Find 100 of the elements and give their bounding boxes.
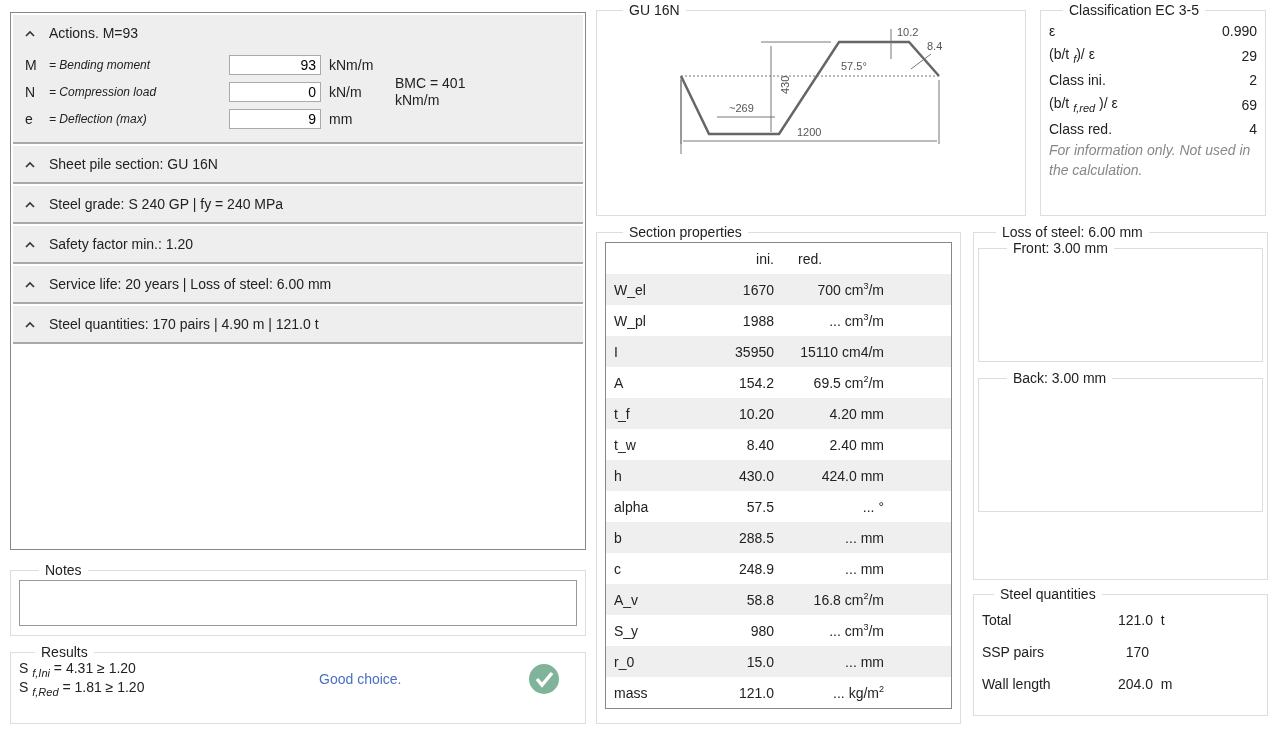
panel-title: GU 16N: [628, 2, 681, 18]
table-cell-text: t_f: [614, 405, 631, 422]
table-cell-text: 10.20: [737, 405, 774, 422]
input-field[interactable]: 0: [229, 81, 321, 102]
unit-label: kNm/m: [329, 56, 375, 73]
table-cell-text: ... kg/m$^{2}$: [832, 684, 884, 701]
section-title: Steel grade: S 240 GP | fy = 240 MPa: [49, 196, 284, 212]
dimension-label: ~269: [729, 102, 754, 114]
result-line: S $_{f,Ini}$ = 4.31 ≥ 1.20: [19, 660, 137, 679]
section-title[interactable]: Actions. M=93: [49, 25, 139, 41]
panel-title: Back: 3.00 mm: [1011, 370, 1108, 386]
quantity-label: Total: [981, 612, 1013, 628]
section-title: Sheet pile section: GU 16N: [49, 156, 218, 172]
input-label: = Bending moment: [49, 57, 152, 72]
dimension-label: 10.2: [897, 26, 919, 38]
panel-title: Front: 3.00 mm: [1011, 240, 1109, 256]
section-header[interactable]: Steel quantities: 170 pairs | 4.90 m | 121.0 t: [13, 306, 583, 344]
class-label: (b/t $_{f}$)/ ε: [1049, 46, 1095, 65]
table-cell-text: b: [614, 529, 623, 546]
table-cell-text: r_0: [614, 653, 636, 670]
notes-field[interactable]: [19, 580, 577, 626]
table-cell-text: 248.9: [737, 560, 774, 577]
info-note: For information only. Not used in the calculation.: [1049, 142, 1251, 179]
table-cell-text: 8.40: [745, 436, 774, 453]
table-cell-text: 1988: [741, 312, 774, 329]
input-field[interactable]: 9: [229, 108, 321, 129]
table-cell-text: 288.5: [737, 529, 774, 546]
bmc-value: BMC = 401 kNm/m: [395, 74, 467, 109]
quantity-value: 121.0 t: [1117, 612, 1166, 628]
section-header[interactable]: Sheet pile section: GU 16N: [13, 146, 583, 184]
chevron-up-icon: [25, 160, 35, 168]
class-value: 4: [1249, 121, 1257, 137]
class-label: Class red.: [1049, 121, 1113, 137]
quantity-value: 204.0 m: [1117, 676, 1174, 692]
table-cell-text: t_w: [614, 436, 637, 453]
column-header: ini.: [755, 250, 774, 267]
table-cell-text: alpha: [614, 498, 650, 515]
symbol-label: N: [25, 83, 37, 100]
table-cell-text: 980: [749, 622, 774, 639]
section-header[interactable]: Steel grade: S 240 GP | fy = 240 MPa: [13, 186, 583, 224]
table-cell-text: ... cm$^{3}$/m: [828, 622, 884, 639]
section-header[interactable]: Service life: 20 years | Loss of steel: 6.00 mm: [13, 266, 583, 304]
quantity-label: Wall length: [981, 676, 1052, 692]
table-cell-text: W_pl: [614, 312, 647, 329]
input-label: = Compression load: [49, 84, 158, 99]
panel-title: Loss of steel: 6.00 mm: [1000, 224, 1144, 240]
table-cell-text: ... °: [861, 498, 884, 515]
class-value: 29: [1241, 47, 1257, 64]
section-title: Service life: 20 years | Loss of steel: 6.00 mm: [49, 276, 332, 292]
unit-label: mm: [329, 110, 354, 127]
class-value: 0.990: [1221, 23, 1257, 39]
table-cell-text: 16.8 cm$^{2}$/m: [812, 591, 884, 608]
table-cell-text: mass: [614, 684, 649, 701]
chevron-up-icon: [25, 320, 35, 328]
panel-title: Steel quantities: [998, 586, 1097, 602]
input-field[interactable]: 93: [229, 54, 321, 75]
panel-title: Notes: [44, 562, 83, 578]
table-cell-text: ... mm: [844, 529, 884, 546]
table-cell-text: 69.5 cm$^{2}$/m: [812, 374, 884, 391]
table-cell-text: A_v: [614, 591, 640, 608]
table-cell-text: A: [614, 374, 625, 391]
dimension-label: 57.5°: [841, 60, 867, 72]
table-cell-text: 424.0 mm: [820, 467, 884, 484]
table-cell-text: h: [614, 467, 623, 484]
class-value: 2: [1249, 72, 1257, 88]
quantity-value: 170: [1124, 644, 1151, 660]
table-cell-text: ... mm: [844, 653, 884, 670]
quantity-label: SSP pairs: [981, 644, 1045, 660]
table-cell-text: 1670: [741, 281, 774, 298]
table-cell-text: 58.8: [745, 591, 774, 608]
table-cell-text: 430.0: [737, 467, 774, 484]
table-cell-text: 700 cm$^{3}$/m: [816, 281, 884, 298]
table-cell-text: 154.2: [737, 374, 774, 391]
table-cell-text: I: [614, 343, 619, 360]
section-header[interactable]: Safety factor min.: 1.20: [13, 226, 583, 264]
chevron-up-icon: [25, 240, 35, 248]
chevron-up-icon: [25, 200, 35, 208]
panel-title: Section properties: [628, 224, 743, 240]
dimension-label: 430: [779, 75, 791, 94]
symbol-label: M: [25, 56, 38, 73]
dimension-label: 8.4: [927, 40, 943, 52]
table-cell-text: c: [614, 560, 622, 577]
table-cell-text: 35950: [734, 343, 774, 360]
table-cell-text: 4.20 mm: [828, 405, 884, 422]
class-value: 69: [1241, 96, 1257, 113]
class-label: ε: [1049, 23, 1056, 39]
class-label: Class ini.: [1049, 72, 1106, 88]
section-title: Safety factor min.: 1.20: [49, 236, 193, 252]
chevron-up-icon: [25, 29, 35, 37]
chevron-up-icon: [25, 280, 35, 288]
symbol-label: e: [25, 110, 34, 127]
table-cell-text: 57.5: [745, 498, 774, 515]
table-cell-text: ... cm$^{3}$/m: [828, 312, 884, 329]
column-header: red.: [797, 250, 824, 267]
panel-title: Results: [40, 644, 89, 660]
table-cell-text: W_el: [614, 281, 647, 298]
unit-label: kN/m: [329, 83, 363, 100]
table-cell-text: 2.40 mm: [828, 436, 884, 453]
table-cell-text: S_y: [614, 622, 640, 639]
class-label: (b/t $_{f,red}$ )/ ε: [1049, 95, 1118, 114]
